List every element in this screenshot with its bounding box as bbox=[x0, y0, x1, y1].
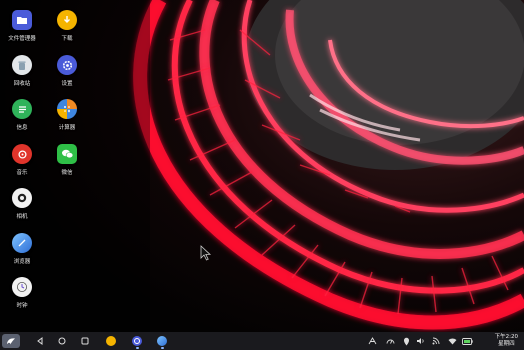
back-button[interactable] bbox=[34, 334, 46, 348]
keyboard-icon bbox=[368, 337, 376, 345]
mouse-cursor-icon bbox=[200, 245, 212, 261]
clock-day: 星期四 bbox=[498, 341, 515, 347]
clock-icon bbox=[12, 277, 32, 297]
trash-icon bbox=[12, 55, 32, 75]
desktop-icon-messages[interactable]: 信息 bbox=[0, 99, 44, 131]
recents-button[interactable] bbox=[79, 334, 91, 348]
speedometer-icon bbox=[386, 339, 394, 344]
desktop-icon-label: 计算器 bbox=[58, 125, 76, 131]
tray-wifi[interactable] bbox=[446, 335, 458, 347]
desktop-icon-browser[interactable]: 浏览器 bbox=[0, 233, 44, 265]
camera-icon bbox=[12, 188, 32, 208]
desktop-icon-calculator[interactable]: 计算器 bbox=[45, 99, 89, 131]
taskbar-app-settings[interactable] bbox=[130, 334, 144, 348]
battery-icon bbox=[461, 337, 473, 345]
taskbar-clock[interactable]: 下午2:20 星期四 bbox=[495, 334, 518, 348]
folder-icon bbox=[12, 10, 32, 30]
desktop-icon-label: 设置 bbox=[61, 81, 73, 87]
desktop-icon-settings[interactable]: 设置 bbox=[45, 55, 89, 87]
desktop-icon-trash[interactable]: 回收站 bbox=[0, 55, 44, 87]
tray-keyboard[interactable] bbox=[366, 335, 378, 347]
taskbar-app-browser[interactable] bbox=[155, 334, 169, 348]
taskbar: 下午2:20 星期四 bbox=[0, 332, 524, 350]
tray-volume[interactable] bbox=[414, 335, 426, 347]
volume-icon bbox=[416, 338, 424, 344]
wifi-icon bbox=[448, 338, 456, 345]
browser-icon bbox=[12, 233, 32, 253]
desktop-icon-label: 音乐 bbox=[16, 170, 28, 176]
desktop-icon-music[interactable]: 音乐 bbox=[0, 144, 44, 176]
desktop-icon-label: 微信 bbox=[61, 170, 73, 176]
back-icon bbox=[37, 337, 43, 345]
download-icon bbox=[57, 10, 77, 30]
running-indicator bbox=[160, 347, 164, 349]
wechat-icon bbox=[57, 144, 77, 164]
tray-location[interactable] bbox=[400, 335, 412, 347]
home-icon bbox=[58, 337, 66, 345]
recents-icon bbox=[81, 337, 89, 345]
message-icon bbox=[12, 99, 32, 119]
rss-icon bbox=[432, 337, 440, 345]
tray-rss[interactable] bbox=[430, 335, 442, 347]
tray-battery[interactable] bbox=[461, 335, 473, 347]
app-yellow-icon bbox=[106, 336, 116, 346]
location-icon bbox=[403, 337, 409, 345]
gear-icon bbox=[57, 55, 77, 75]
tray-speedometer[interactable] bbox=[384, 335, 396, 347]
taskbar-app-1[interactable] bbox=[104, 334, 118, 348]
desktop-icon-clock[interactable]: 时钟 bbox=[0, 277, 44, 309]
desktop-icon-label: 浏览器 bbox=[13, 259, 31, 265]
settings-app-icon bbox=[132, 336, 142, 346]
desktop-icon-label: 文件管理器 bbox=[8, 36, 36, 42]
clock-time: 下午2:20 bbox=[494, 334, 518, 340]
music-icon bbox=[12, 144, 32, 164]
desktop-icon-label: 时钟 bbox=[16, 303, 28, 309]
start-logo-icon bbox=[7, 337, 15, 345]
desktop-icon-label: 回收站 bbox=[13, 81, 31, 87]
desktop-icon-label: 信息 bbox=[16, 125, 28, 131]
desktop-icon-downloads[interactable]: 下载 bbox=[45, 10, 89, 42]
desktop-icon-label: 相机 bbox=[16, 214, 28, 220]
desktop-icon-file-manager[interactable]: 文件管理器 bbox=[0, 10, 44, 42]
desktop-icon-wechat[interactable]: 微信 bbox=[45, 144, 89, 176]
desktop-icon-label: 下载 bbox=[61, 36, 73, 42]
calculator-icon bbox=[57, 99, 77, 119]
home-button[interactable] bbox=[56, 334, 68, 348]
start-button[interactable] bbox=[2, 334, 20, 348]
desktop-icon-camera[interactable]: 相机 bbox=[0, 188, 44, 220]
browser-app-icon bbox=[157, 336, 167, 346]
running-indicator bbox=[135, 347, 139, 349]
